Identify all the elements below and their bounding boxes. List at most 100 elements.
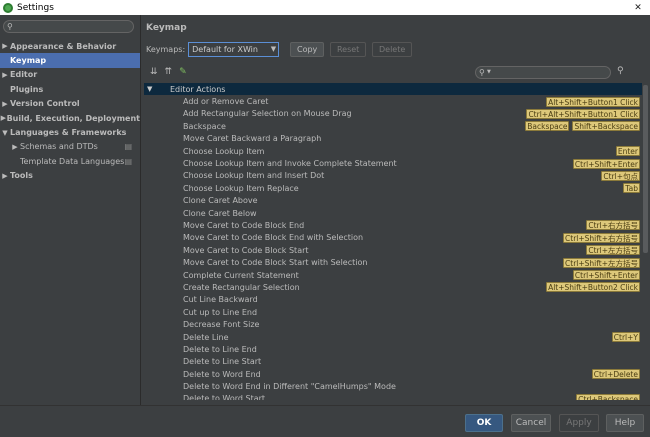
shortcut-badge: Alt+Shift+Button1 Click bbox=[546, 96, 640, 107]
list-item[interactable]: Delete to Word End in Different "CamelHu… bbox=[144, 380, 648, 392]
delete-button[interactable]: Delete bbox=[372, 42, 413, 57]
action-name: Complete Current Statement bbox=[183, 270, 299, 280]
window-title: Settings bbox=[17, 2, 54, 13]
edit-shortcut-icon[interactable]: ✎ bbox=[179, 67, 187, 77]
list-item[interactable]: Move Caret to Code Block Start Ctrl+左方括号 bbox=[144, 244, 648, 256]
chevron-down-icon: ▼ bbox=[147, 85, 153, 94]
app-icon bbox=[3, 2, 13, 13]
list-item[interactable]: Move Caret Backward a Paragraph bbox=[144, 133, 648, 145]
list-scrollbar[interactable] bbox=[642, 83, 648, 400]
keymap-action-list: ▼ Editor Actions Add or Remove Caret Alt+… bbox=[144, 83, 648, 400]
keymap-select[interactable]: Default for XWin ▼ bbox=[188, 42, 280, 57]
sidebar-item[interactable]: Keymap bbox=[0, 53, 140, 68]
shortcut-list: Alt+Shift+Button1 Click bbox=[546, 96, 640, 107]
copy-button[interactable]: Copy bbox=[290, 42, 325, 57]
shortcut-list: Ctrl+Shift+Enter bbox=[572, 270, 640, 281]
scrollbar-thumb[interactable] bbox=[643, 85, 648, 253]
shortcut-badge: Ctrl+Shift+左方括号 bbox=[563, 257, 640, 268]
expand-arrow-icon[interactable]: ▶ bbox=[0, 71, 10, 79]
list-item[interactable]: Add or Remove Caret Alt+Shift+Button1 Cli… bbox=[144, 95, 648, 107]
list-item[interactable]: Decrease Font Size bbox=[144, 318, 648, 330]
action-name: Delete to Line Start bbox=[183, 357, 262, 367]
expand-arrow-icon[interactable]: ▼ bbox=[0, 129, 10, 137]
list-item[interactable]: Delete to Word End Ctrl+Delete bbox=[144, 368, 648, 380]
expand-arrow-icon[interactable]: ▶ bbox=[0, 172, 10, 180]
list-item[interactable]: Move Caret to Code Block End with Select… bbox=[144, 232, 648, 244]
list-item[interactable]: Delete to Word Start Ctrl+Backspace bbox=[144, 393, 648, 400]
collapse-all-icon[interactable]: ⇈ bbox=[165, 67, 173, 77]
expand-arrow-icon[interactable]: ▶ bbox=[10, 143, 20, 151]
settings-search-input[interactable] bbox=[17, 21, 131, 32]
sidebar-item-label: Schemas and DTDs bbox=[20, 142, 98, 152]
shortcut-list: Ctrl+Backspace bbox=[576, 393, 640, 400]
sidebar-item[interactable]: ▼ Languages & Frameworks bbox=[0, 125, 140, 139]
group-header[interactable]: ▼ Editor Actions bbox=[144, 83, 648, 96]
list-item[interactable]: Complete Current Statement Ctrl+Shift+Ent… bbox=[144, 269, 648, 281]
keymap-toolbar: ⇊ ⇈ ✎ bbox=[150, 67, 187, 77]
action-name: Choose Lookup Item and Invoke Complete S… bbox=[183, 159, 397, 169]
settings-search[interactable]: ⚲ bbox=[3, 20, 134, 33]
expand-arrow-icon[interactable]: ▶ bbox=[0, 100, 10, 108]
list-item[interactable]: Create Rectangular Selection Alt+Shift+Bu… bbox=[144, 281, 648, 293]
list-item[interactable]: Delete to Line End bbox=[144, 343, 648, 355]
keymaps-label: Keymaps: bbox=[146, 45, 186, 54]
list-item[interactable]: Choose Lookup Item Replace Tab bbox=[144, 182, 648, 194]
list-item[interactable]: Delete to Line Start bbox=[144, 356, 648, 368]
shortcut-list: Ctrl+Alt+Shift+Button1 Click bbox=[526, 108, 640, 119]
list-item[interactable]: Delete Line Ctrl+Y bbox=[144, 331, 648, 343]
close-window-button[interactable]: ✕ bbox=[626, 0, 650, 15]
action-name: Decrease Font Size bbox=[183, 320, 260, 330]
sidebar-item-label: Build, Execution, Deployment bbox=[6, 113, 140, 123]
list-item[interactable]: Cut up to Line End bbox=[144, 306, 648, 318]
expand-all-icon[interactable]: ⇊ bbox=[150, 67, 158, 77]
expand-arrow-icon[interactable]: ▶ bbox=[0, 42, 10, 50]
shortcut-badge: Ctrl+Shift+Enter bbox=[572, 270, 640, 281]
list-item[interactable]: Backspace Backspace Shift+Backspace bbox=[144, 120, 648, 132]
sidebar-item[interactable]: ▶ Version Control bbox=[0, 97, 140, 111]
shortcut-badge: Ctrl+Y bbox=[611, 332, 640, 342]
shortcut-list: Ctrl+Delete bbox=[591, 369, 640, 380]
action-name: Add or Remove Caret bbox=[183, 97, 269, 107]
ok-button[interactable]: OK bbox=[465, 414, 503, 432]
sidebar-item[interactable]: Template Data Languages ▤ bbox=[0, 154, 140, 168]
shortcut-list: Ctrl+Shift+右方括号 bbox=[563, 232, 640, 243]
shortcut-list: Ctrl+Shift+Enter bbox=[572, 158, 640, 169]
shortcut-list: Ctrl+句点 bbox=[601, 170, 640, 181]
sidebar-item[interactable]: ▶ Build, Execution, Deployment bbox=[0, 111, 140, 125]
list-item[interactable]: Add Rectangular Selection on Mouse Drag C… bbox=[144, 108, 648, 120]
list-item[interactable]: Move Caret to Code Block End Ctrl+右方括号 bbox=[144, 219, 648, 231]
cancel-button[interactable]: Cancel bbox=[511, 414, 551, 432]
sidebar-item[interactable]: ▶ Tools bbox=[0, 169, 140, 183]
list-item[interactable]: Move Caret to Code Block Start with Sele… bbox=[144, 256, 648, 268]
list-item[interactable]: Clone Caret Above bbox=[144, 195, 648, 207]
sidebar-item-label: Template Data Languages bbox=[20, 156, 125, 166]
action-name: Move Caret to Code Block End with Select… bbox=[183, 233, 364, 243]
action-search[interactable]: ⚲ ▼ bbox=[475, 66, 611, 79]
sidebar-item[interactable]: ▶ Schemas and DTDs ▤ bbox=[0, 140, 140, 154]
reset-button[interactable]: Reset bbox=[330, 42, 367, 57]
title-bar: Settings ✕ bbox=[0, 0, 650, 15]
action-name: Choose Lookup Item Replace bbox=[183, 183, 299, 193]
action-search-input[interactable] bbox=[494, 67, 607, 78]
shortcut-list: Enter bbox=[615, 146, 640, 157]
list-item[interactable]: Clone Caret Below bbox=[144, 207, 648, 219]
shortcut-badge: Ctrl+Alt+Shift+Button1 Click bbox=[526, 108, 640, 119]
sidebar-item[interactable]: ▶ Appearance & Behavior bbox=[0, 39, 140, 53]
list-item[interactable]: Cut Line Backward bbox=[144, 294, 648, 306]
apply-button[interactable]: Apply bbox=[559, 414, 599, 432]
shortcut-badge: Ctrl+Shift+Enter bbox=[572, 158, 640, 169]
close-icon: ✕ bbox=[634, 2, 642, 13]
find-by-shortcut-icon[interactable]: ⚲ bbox=[617, 66, 624, 76]
action-name: Move Caret Backward a Paragraph bbox=[183, 134, 322, 144]
list-item[interactable]: Choose Lookup Item Enter bbox=[144, 145, 648, 157]
list-item[interactable]: Choose Lookup Item and Invoke Complete S… bbox=[144, 157, 648, 169]
shortcut-list: Alt+Shift+Button2 Click bbox=[546, 282, 640, 293]
sidebar-item-label: Appearance & Behavior bbox=[10, 41, 117, 51]
help-button[interactable]: Help bbox=[606, 414, 644, 432]
sidebar-item[interactable]: Plugins bbox=[0, 82, 140, 96]
search-history-dropdown-icon: ▼ bbox=[487, 69, 491, 75]
action-name: Cut up to Line End bbox=[183, 307, 258, 317]
sidebar-item[interactable]: ▶ Editor bbox=[0, 68, 140, 82]
list-item[interactable]: Choose Lookup Item and Insert Dot Ctrl+句点 bbox=[144, 170, 648, 182]
shortcut-badge: Ctrl+句点 bbox=[601, 170, 640, 181]
